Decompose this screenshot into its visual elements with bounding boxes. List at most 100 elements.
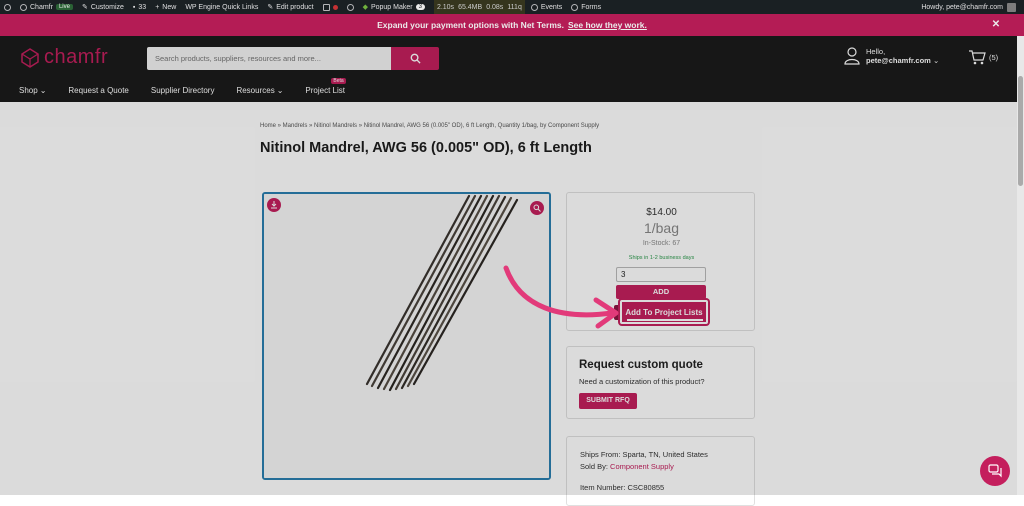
site-header: chamfr Hello, pete@chamfr.com ⌄ (5) Shop… (0, 36, 1024, 102)
add-to-cart-button[interactable]: ADD (616, 285, 706, 299)
status-dot-icon (332, 4, 338, 10)
search-bar (147, 47, 439, 70)
admin-events-link[interactable]: Events (530, 3, 563, 11)
account-menu[interactable]: Hello, pete@chamfr.com ⌄ (844, 47, 939, 65)
chamfr-logo-icon (21, 47, 39, 68)
sold-by: Sold By: Component Supply (580, 462, 674, 471)
beta-badge: Beta (331, 77, 346, 84)
rfq-title: Request custom quote (579, 359, 703, 371)
admin-account[interactable]: Howdy, pete@chamfr.com (921, 0, 1016, 14)
close-icon[interactable]: ✕ (990, 19, 1002, 31)
price: $14.00 (646, 207, 677, 218)
sold-by-label: Sold By: (580, 462, 608, 471)
popup-maker-label: Popup Maker (370, 3, 413, 11)
dashboard-icon (20, 3, 27, 11)
nav-project-list-label: Project List (305, 85, 345, 95)
nav-supplier-directory[interactable]: Supplier Directory (151, 86, 215, 95)
events-icon (530, 3, 538, 11)
nav-shop[interactable]: Shop ⌄ (19, 86, 46, 95)
nav-project-list[interactable]: Project List Beta (305, 77, 346, 95)
scrollbar-thumb[interactable] (1018, 76, 1023, 186)
search-button[interactable] (391, 47, 439, 70)
download-icon[interactable] (267, 198, 281, 212)
promo-link[interactable]: See how they work. (568, 20, 647, 30)
admin-site-link[interactable]: Chamfr Live (20, 3, 73, 11)
events-label: Events (540, 3, 563, 11)
wordpress-icon[interactable] (4, 3, 11, 11)
nav-shop-label: Shop (19, 85, 38, 95)
avatar (1007, 2, 1016, 12)
user-icon (844, 47, 860, 65)
promo-banner: Expand your payment options with Net Ter… (0, 14, 1024, 36)
admin-bar: Chamfr Live ✎ Customize ▪ 33 + New WP En… (0, 0, 1024, 14)
unit-label: 1/bag (643, 220, 680, 236)
supplier-link[interactable]: Component Supply (610, 462, 674, 471)
popup-maker-icon: ◆ (362, 4, 368, 11)
edit-product-label: Edit product (276, 3, 314, 11)
hello-label: Hello, (866, 47, 886, 56)
chat-button[interactable] (980, 456, 1010, 486)
site-logo[interactable]: chamfr (20, 46, 108, 69)
cart-button[interactable]: (5) (968, 49, 998, 65)
admin-wp-icon-link[interactable] (346, 3, 354, 11)
brush-icon: ✎ (81, 4, 88, 11)
admin-customize-link[interactable]: ✎ Customize (81, 3, 124, 12)
rfq-subtitle: Need a customization of this product? (579, 377, 705, 386)
live-badge: Live (55, 4, 73, 10)
stock-status: In-Stock: 67 (642, 240, 681, 247)
customize-label: Customize (90, 3, 124, 11)
admin-new-link[interactable]: + New (155, 4, 176, 11)
promo-text: Expand your payment options with Net Ter… (377, 20, 564, 30)
admin-quick-links[interactable]: WP Engine Quick Links (185, 4, 258, 11)
quick-links-label: WP Engine Quick Links (185, 3, 259, 11)
popup-count-badge: 3 (415, 4, 425, 10)
breadcrumb[interactable]: Home » Mandrels » Nitinol Mandrels » Nit… (260, 123, 599, 129)
perf-db-time: 0.08s (486, 3, 504, 11)
cart-count: (5) (989, 52, 999, 62)
admin-site-name: Chamfr (30, 3, 53, 11)
howdy-label: Howdy, pete@chamfr.com (921, 3, 1003, 11)
item-number: Item Number: CSC80855 (580, 483, 665, 492)
nav-resources-label: Resources (236, 85, 275, 95)
admin-perf-stats[interactable]: 2.10s 65.4MB 0.08s 111q (433, 0, 525, 14)
quantity-input[interactable]: 3 (616, 267, 706, 282)
forms-icon (571, 3, 579, 11)
new-label: New (162, 3, 177, 11)
admin-comments-link[interactable]: ▪ 33 (133, 4, 146, 11)
admin-status-indicators[interactable] (322, 3, 338, 11)
rfq-card: Request custom quote Need a customizatio… (566, 346, 755, 419)
perf-memory: 65.4MB (458, 3, 483, 11)
chevron-down-icon: ⌄ (39, 85, 47, 95)
shipping-note: Ships in 1-2 business days (628, 255, 695, 261)
admin-edit-product[interactable]: ✎ Edit product (267, 3, 314, 12)
comment-icon: ▪ (132, 3, 136, 11)
nav-request-quote[interactable]: Request a Quote (68, 86, 128, 95)
chat-icon (988, 464, 1002, 478)
main-nav: Shop ⌄ Request a Quote Supplier Directory… (19, 77, 367, 97)
pencil-icon: ✎ (267, 4, 274, 11)
submit-rfq-button[interactable]: SUBMIT RFQ (579, 393, 637, 409)
product-image (264, 194, 549, 478)
grid-icon (322, 3, 330, 11)
nav-request-quote-label: Request a Quote (68, 85, 129, 95)
admin-popup-maker[interactable]: ◆ Popup Maker 3 (363, 3, 425, 11)
chevron-down-icon: ⌄ (276, 85, 284, 95)
zoom-icon[interactable] (530, 201, 544, 215)
search-icon (410, 53, 421, 64)
search-input[interactable] (147, 47, 391, 70)
admin-forms-link[interactable]: Forms (571, 3, 602, 11)
cart-icon (969, 50, 986, 65)
comments-count: 33 (138, 3, 147, 11)
product-page: Home » Mandrels » Nitinol Mandrels » Nit… (0, 102, 1024, 506)
nav-resources[interactable]: Resources ⌄ (236, 86, 283, 95)
perf-time: 2.10s (436, 3, 455, 11)
product-gallery[interactable] (262, 192, 551, 480)
page-scrollbar[interactable] (1017, 36, 1024, 495)
chevron-down-icon: ⌄ (932, 56, 940, 65)
account-email: pete@chamfr.com (866, 56, 931, 65)
forms-label: Forms (581, 3, 602, 11)
highlight-underline (627, 319, 703, 321)
nav-supplier-directory-label: Supplier Directory (150, 85, 215, 95)
perf-queries: 111q (507, 3, 522, 11)
logo-text: chamfr (44, 46, 109, 68)
